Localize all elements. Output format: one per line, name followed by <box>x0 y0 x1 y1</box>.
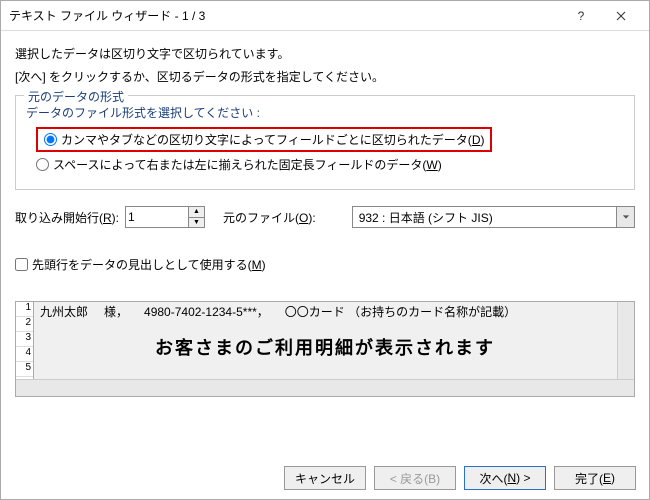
finish-button[interactable]: 完了(E) <box>554 466 636 490</box>
window-title: テキスト ファイル ウィザード - 1 / 3 <box>9 7 561 24</box>
preview-line-1: 九州太郎様，4980-7402-1234-5***，〇〇カード （お持ちのカード… <box>40 303 532 320</box>
cancel-button[interactable]: キャンセル <box>284 466 366 490</box>
origin-value: 932 : 日本語 (シフト JIS) <box>353 209 616 226</box>
intro-text-1: 選択したデータは区切り文字で区切られています。 <box>15 45 635 62</box>
preview-scrollbar-v[interactable] <box>617 302 634 379</box>
row-num: 2 <box>16 317 33 332</box>
spinner-arrows: ▲ ▼ <box>188 207 204 227</box>
data-preview: 1 2 3 4 5 九州太郎様，4980-7402-1234-5***，〇〇カー… <box>15 301 635 397</box>
preview-overlay-text: お客さまのご利用明細が表示されます <box>16 334 634 360</box>
radio-delimited-row: カンマやタブなどの区切り文字によってフィールドごとに区切られたデータ(D) <box>36 127 624 152</box>
header-label[interactable]: 先頭行をデータの見出しとして使用する(M) <box>32 256 266 273</box>
radio-fixed-label[interactable]: スペースによって右または左に揃えられた固定長フィールドのデータ(W) <box>53 156 442 173</box>
spinner-up[interactable]: ▲ <box>188 207 204 218</box>
fieldset-legend: 元のデータの形式 <box>24 88 128 105</box>
start-row-label: 取り込み開始行(R): <box>15 209 119 226</box>
next-button[interactable]: 次へ(N) > <box>464 466 546 490</box>
radio-fixed[interactable] <box>36 158 49 171</box>
radio-delimited-label[interactable]: カンマやタブなどの区切り文字によってフィールドごとに区切られたデータ(D) <box>61 131 484 148</box>
titlebar: テキスト ファイル ウィザード - 1 / 3 ? <box>1 1 649 31</box>
radio-fixed-row: スペースによって右または左に揃えられた固定長フィールドのデータ(W) <box>36 156 624 173</box>
spinner-down[interactable]: ▼ <box>188 218 204 228</box>
file-type-prompt: データのファイル形式を選択してください : <box>26 104 624 121</box>
origin-label: 元のファイル(O): <box>223 209 316 226</box>
data-format-fieldset: 元のデータの形式 データのファイル形式を選択してください : カンマやタブなどの… <box>15 95 635 190</box>
radio-delimited[interactable] <box>44 133 57 146</box>
row-num: 5 <box>16 362 33 377</box>
row-num: 1 <box>16 302 33 317</box>
origin-dropdown-button[interactable] <box>616 207 634 227</box>
chevron-down-icon <box>622 213 630 221</box>
close-icon <box>616 11 626 21</box>
help-button[interactable]: ? <box>561 2 601 30</box>
start-row-input[interactable] <box>128 210 184 224</box>
button-bar: キャンセル < 戻る(B) 次へ(N) > 完了(E) <box>284 466 636 490</box>
intro-text-2: [次へ] をクリックするか、区切るデータの形式を指定してください。 <box>15 68 635 85</box>
header-row: 先頭行をデータの見出しとして使用する(M) <box>15 256 635 273</box>
dialog-content: 選択したデータは区切り文字で区切られています。 [次へ] をクリックするか、区切… <box>1 31 649 397</box>
start-origin-row: 取り込み開始行(R): ▲ ▼ 元のファイル(O): 932 : 日本語 (シフ… <box>15 206 635 228</box>
start-row-spinner[interactable]: ▲ ▼ <box>125 206 205 228</box>
header-checkbox[interactable] <box>15 258 28 271</box>
back-button: < 戻る(B) <box>374 466 456 490</box>
origin-combo[interactable]: 932 : 日本語 (シフト JIS) <box>352 206 635 228</box>
highlight-box: カンマやタブなどの区切り文字によってフィールドごとに区切られたデータ(D) <box>36 127 492 152</box>
close-button[interactable] <box>601 2 641 30</box>
preview-scrollbar-h[interactable] <box>16 379 634 396</box>
